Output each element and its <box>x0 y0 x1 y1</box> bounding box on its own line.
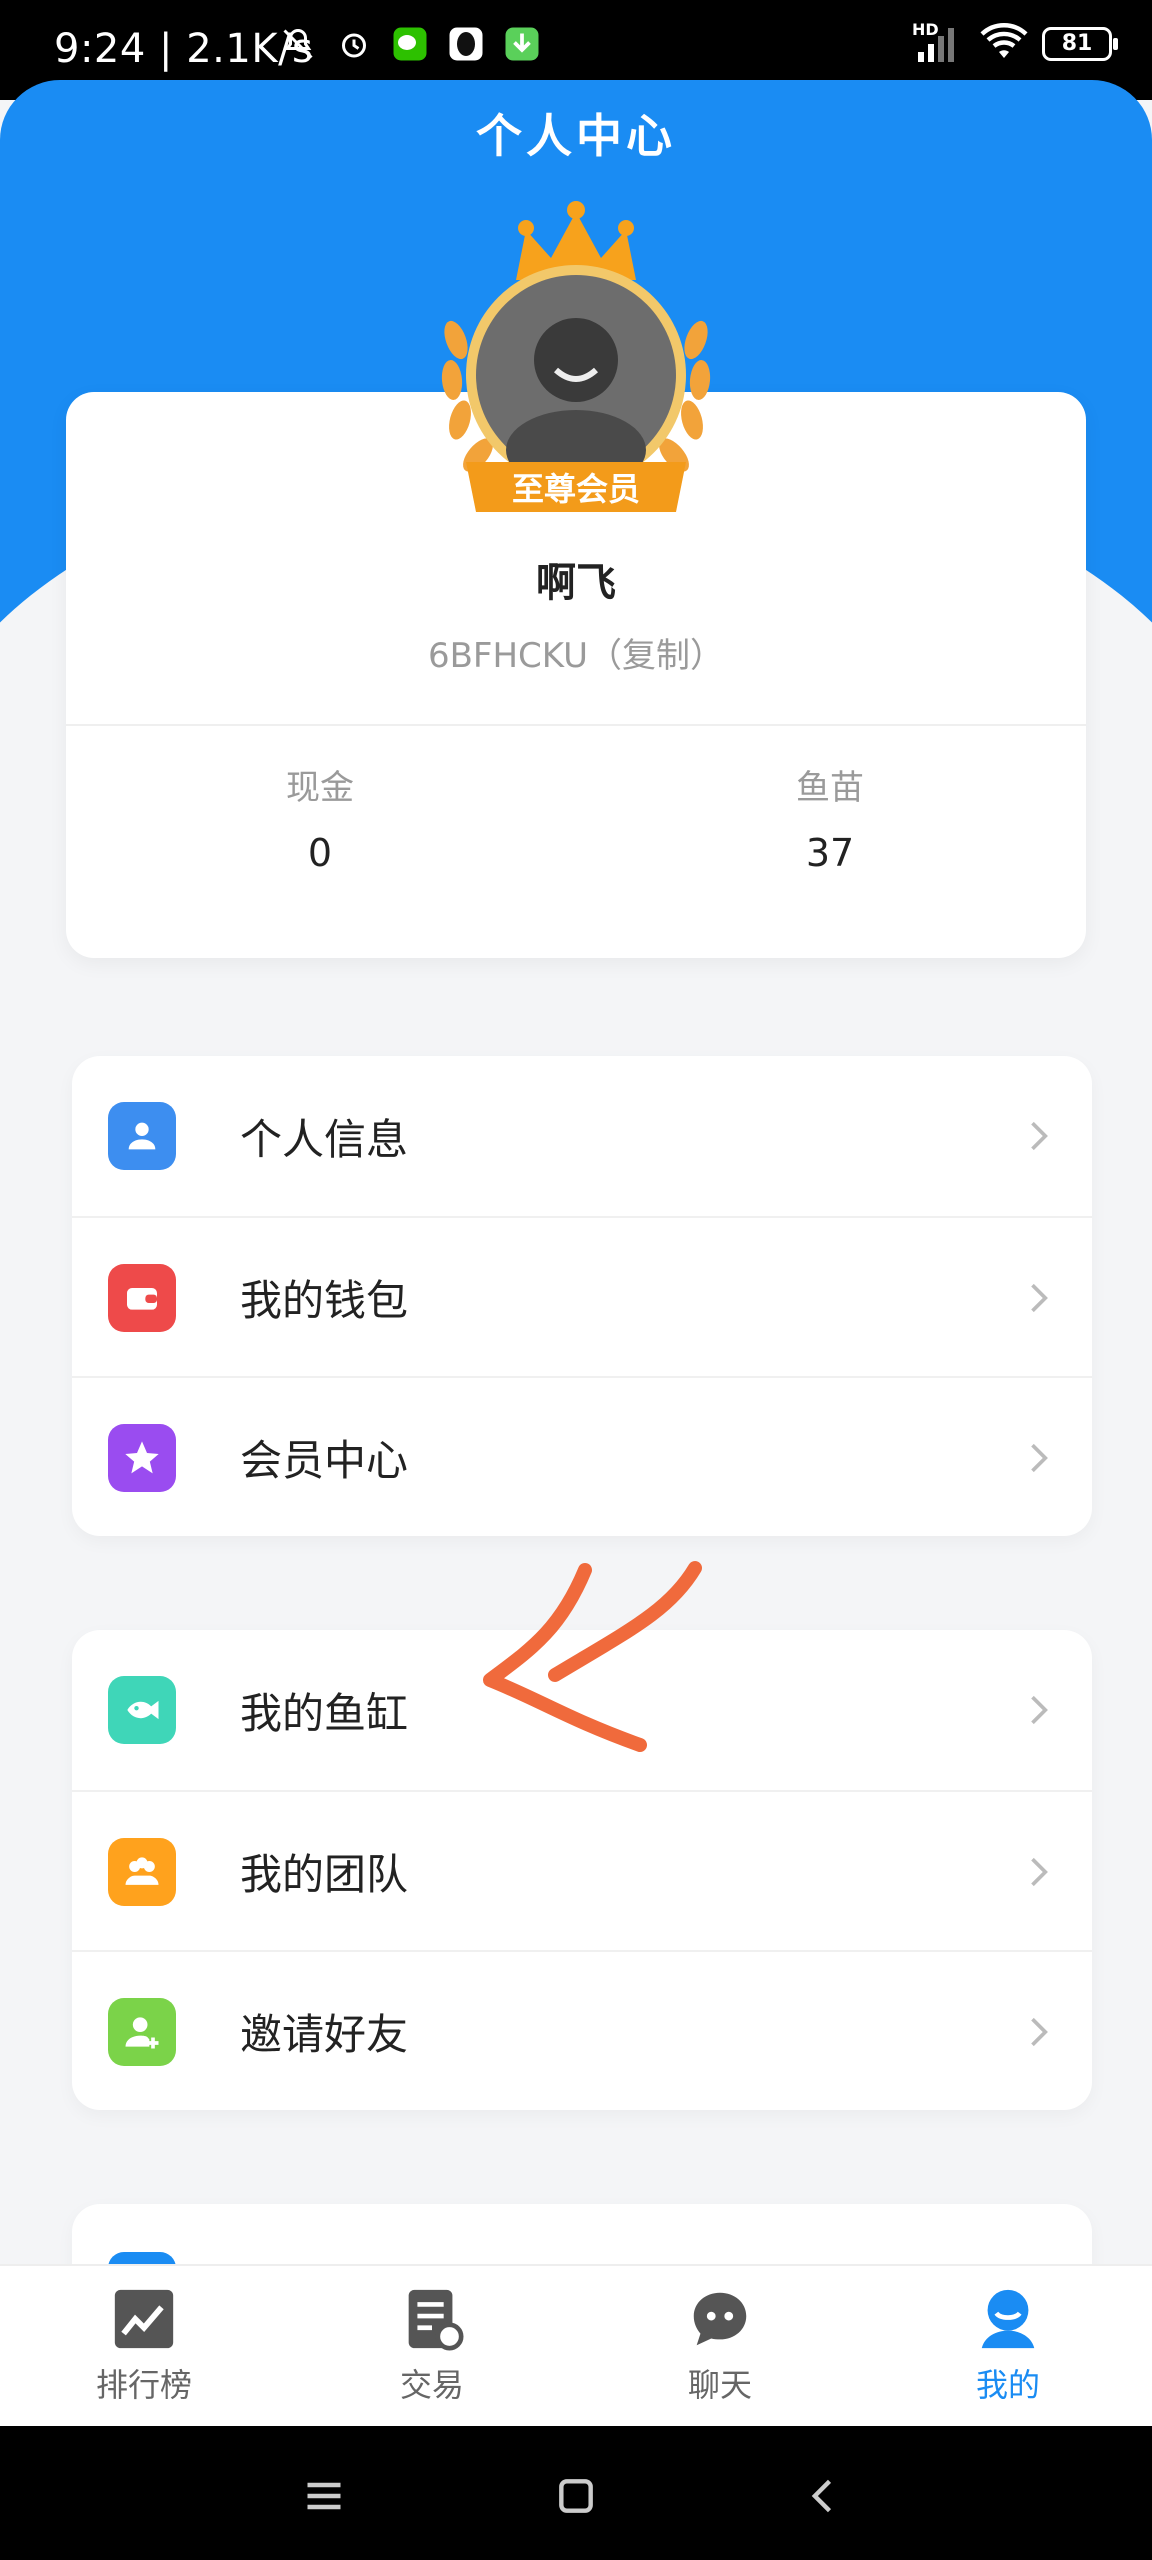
chat-icon <box>693 2292 747 2346</box>
app-root: 9:24 | 2.1K/s HD 81 个人中心 至尊会员 啊飞 6BFHCKU… <box>0 0 1152 2560</box>
menu-item-vip-center[interactable]: 会员中心 <box>72 1376 1092 1536</box>
stat-cash-value: 0 <box>307 831 333 875</box>
fish-icon <box>108 1676 176 1744</box>
wifi-icon <box>980 22 1028 66</box>
avatar <box>466 265 686 490</box>
tab-mine[interactable]: 我的 <box>864 2266 1152 2426</box>
team-icon <box>108 1838 176 1906</box>
card-divider <box>66 724 1086 726</box>
hd-signal-icon: HD <box>912 20 966 64</box>
download-icon <box>502 24 542 64</box>
stat-fry[interactable]: 鱼苗 37 <box>680 760 980 875</box>
stat-fry-value: 37 <box>805 831 855 875</box>
menu-label: 邀请好友 <box>240 2009 409 2059</box>
battery-indicator: 81 <box>1042 27 1118 61</box>
trade-icon <box>408 2289 464 2351</box>
chevron-right-icon <box>1031 1857 1048 1887</box>
system-nav-bar <box>0 2426 1152 2560</box>
chevron-right-icon <box>1031 1443 1048 1473</box>
tab-label: 聊天 <box>687 2366 752 2404</box>
chart-icon <box>114 2289 174 2349</box>
chevron-right-icon <box>1031 2017 1048 2047</box>
bottom-nav: 排行榜 交易 聊天 我的 <box>0 2264 1152 2426</box>
back-icon[interactable] <box>784 2456 864 2536</box>
chevron-right-icon <box>1031 1695 1048 1725</box>
tab-label: 排行榜 <box>95 2366 192 2404</box>
home-icon[interactable] <box>536 2456 616 2536</box>
avatar-badge[interactable]: 至尊会员 <box>426 200 726 540</box>
menu-label: 我的团队 <box>240 1849 409 1899</box>
stat-fry-label: 鱼苗 <box>796 768 864 808</box>
menu-item-wallet[interactable]: 我的钱包 <box>72 1216 1092 1376</box>
menu-item-personal-info[interactable]: 个人信息 <box>72 1056 1092 1216</box>
user-id-copy[interactable]: 6BFHCKU（复制） <box>66 628 1086 677</box>
tab-chat[interactable]: 聊天 <box>576 2266 864 2426</box>
page-title: 个人中心 <box>476 109 676 163</box>
stat-cash[interactable]: 现金 0 <box>170 760 470 875</box>
system-status: HD 81 <box>912 20 1118 66</box>
alarm-icon <box>334 24 374 64</box>
mute-icon <box>278 24 318 64</box>
menu-label: 我的鱼缸 <box>240 1688 409 1738</box>
menu-item-team[interactable]: 我的团队 <box>72 1790 1092 1950</box>
tab-label: 交易 <box>399 2366 464 2404</box>
menu-group-account: 个人信息 我的钱包 会员中心 <box>72 1056 1092 1536</box>
vip-badge-label: 至尊会员 <box>512 470 640 508</box>
add-user-icon <box>108 1998 176 2066</box>
menu-item-invite-friends[interactable]: 邀请好友 <box>72 1950 1092 2110</box>
profile-icon <box>981 2289 1035 2349</box>
chevron-right-icon <box>1031 1121 1048 1151</box>
menu-icon[interactable] <box>284 2456 364 2536</box>
arrow-annotation <box>483 1561 702 1752</box>
user-nickname: 啊飞 <box>536 560 616 606</box>
wallet-icon <box>108 1264 176 1332</box>
notification-icons <box>278 24 542 64</box>
menu-label: 我的钱包 <box>240 1275 409 1325</box>
chevron-right-icon <box>1031 1283 1048 1313</box>
tab-ranking[interactable]: 排行榜 <box>0 2266 288 2426</box>
hd-label: HD <box>912 20 939 39</box>
tab-trade[interactable]: 交易 <box>288 2266 576 2426</box>
wechat-icon <box>390 24 430 64</box>
menu-label: 个人信息 <box>240 1114 409 1164</box>
tab-label: 我的 <box>975 2366 1040 2404</box>
star-icon <box>108 1424 176 1492</box>
person-icon <box>108 1102 176 1170</box>
status-time: 9:24 | 2.1K/s <box>54 26 314 72</box>
qq-icon <box>446 24 486 64</box>
menu-label: 会员中心 <box>240 1435 409 1485</box>
stat-cash-label: 现金 <box>286 768 354 808</box>
